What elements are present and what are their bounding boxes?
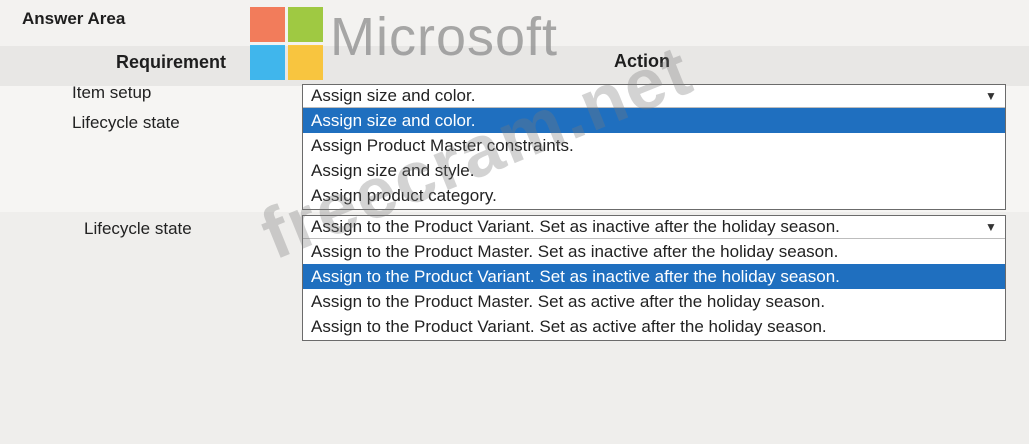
microsoft-logo-icon <box>250 7 324 81</box>
dropdown-option[interactable]: Assign to the Product Variant. Set as in… <box>303 264 1005 289</box>
requirement-label-lifecycle-state: Lifecycle state <box>72 113 180 132</box>
dropdown-option[interactable]: Assign to the Product Master. Set as ina… <box>303 239 1005 264</box>
requirement-column-header: Requirement <box>116 52 227 72</box>
chevron-down-icon[interactable]: ▼ <box>981 218 1001 236</box>
chevron-down-icon[interactable]: ▼ <box>981 87 1001 105</box>
dropdown-option[interactable]: Assign to the Product Variant. Set as ac… <box>303 314 1005 339</box>
lifecycle-state-dropdown[interactable]: Assign to the Product Variant. Set as in… <box>302 215 1006 341</box>
microsoft-logo-text: Microsoft <box>330 7 559 67</box>
dropdown-selected-text: Assign size and color. <box>311 86 476 105</box>
dropdown-option[interactable]: Assign to the Product Master. Set as act… <box>303 289 1005 314</box>
requirement-label-item-setup: Item setup <box>72 83 152 102</box>
requirement-label-lifecycle-state: Lifecycle state <box>84 219 192 238</box>
answer-area-title: Answer Area <box>22 9 126 28</box>
